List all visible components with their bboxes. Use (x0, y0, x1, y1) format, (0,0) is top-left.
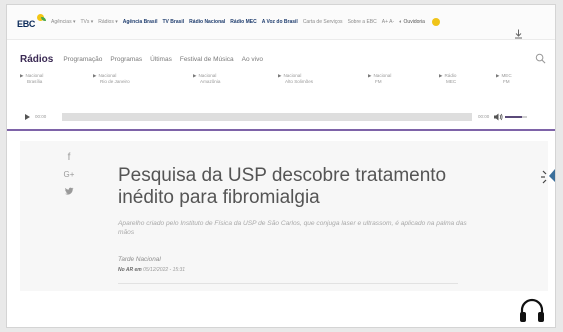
radios-nav-festival[interactable]: Festival de Música (180, 56, 234, 63)
article-headline: Pesquisa da USP descobre tratamento inéd… (118, 165, 447, 208)
top-nav-tv-brasil[interactable]: TV Brasil (162, 19, 184, 25)
station-line2: Rio de Janeiro (100, 79, 130, 84)
play-icon: ▶ (20, 73, 24, 78)
current-time: 00:00 (35, 114, 47, 119)
station-line2: Amazônia (200, 79, 221, 84)
top-nav-agencia-brasil[interactable]: Agência Brasil (123, 19, 158, 25)
article-subtitle: Aparelho criado pelo Instituto de Física… (118, 220, 467, 236)
top-nav-voz-do-brasil[interactable]: A Voz do Brasil (262, 19, 298, 25)
browser-viewport: EBC Agências ▾ TVs ▾ Rádios ▾ Agência Br… (6, 4, 556, 328)
radios-nav-ao-vivo[interactable]: Ao vivo (242, 56, 263, 63)
station-item[interactable]: ▶ Nacional Amazônia (193, 73, 220, 85)
article-date: 05/12/2022 - 15:31 (143, 267, 186, 273)
station-line1: Nacional (98, 73, 117, 78)
download-icon[interactable] (514, 29, 523, 39)
play-icon: ▶ (496, 73, 500, 78)
station-item[interactable]: ▶ Rádio MEC (439, 73, 456, 85)
volume-fill (505, 116, 522, 118)
station-line2: FM (503, 79, 510, 84)
radios-nav-programacao[interactable]: Programação (63, 56, 102, 63)
article-section: f G+ Pesquisa da USP descobre tratamento… (20, 141, 548, 291)
top-nav-sobre-ebc[interactable]: Sobre a EBC (348, 19, 377, 25)
station-list: ▶ Nacional Brasília ▶ Nacional Rio de Jane… (7, 73, 555, 91)
play-icon: ▶ (93, 73, 97, 78)
station-item[interactable]: ▶ Nacional Alto Solimões (278, 73, 313, 85)
total-time: 00:00 (478, 114, 490, 119)
station-line1: Nacional (283, 73, 302, 78)
top-nav-radio-mec[interactable]: Rádio MEC (230, 19, 256, 25)
ebc-top-bar: EBC Agências ▾ TVs ▾ Rádios ▾ Agência Br… (7, 5, 555, 40)
date-prefix: No AR em (118, 267, 142, 273)
volume-slider[interactable] (505, 116, 527, 118)
play-icon: ▶ (439, 73, 443, 78)
top-nav-agencias[interactable]: Agências ▾ (51, 19, 75, 25)
search-icon[interactable] (535, 53, 546, 64)
radios-nav-programas[interactable]: Programas (110, 56, 142, 63)
article-dateline: No AR em 05/12/2022 - 15:31 (118, 267, 185, 273)
play-icon: ▶ (193, 73, 197, 78)
sparkle-icon (541, 169, 555, 184)
divider (118, 283, 458, 284)
station-line2: MEC (446, 79, 457, 84)
station-line1: Nacional (198, 73, 217, 78)
top-nav-radio-nacional[interactable]: Rádio Nacional (189, 19, 225, 25)
volume-icon[interactable] (493, 112, 503, 122)
top-nav-ouvidoria[interactable]: ◐ Ouvidoria (399, 19, 425, 25)
ebc-logo[interactable]: EBC (17, 13, 47, 31)
ouvidoria-icon[interactable] (431, 18, 440, 26)
google-plus-icon[interactable]: G+ (62, 166, 76, 183)
radios-title[interactable]: Rádios (20, 54, 53, 65)
station-item[interactable]: ▶ Nacional Rio de Janeiro (93, 73, 130, 85)
twitter-icon[interactable] (62, 183, 76, 200)
facebook-icon[interactable]: f (62, 149, 76, 166)
station-line1: Nacional (373, 73, 392, 78)
ebc-logo-text: EBC (17, 19, 36, 29)
top-nav: Agências ▾ TVs ▾ Rádios ▾ Agência Brasil… (51, 18, 445, 26)
play-icon: ▶ (368, 73, 372, 78)
station-line1: Rádio (444, 73, 457, 78)
radios-nav-ultimas[interactable]: Últimas (150, 56, 172, 63)
station-line2: FM (375, 79, 382, 84)
station-line1: Nacional (25, 73, 44, 78)
play-button[interactable] (25, 114, 30, 120)
station-line2: Alto Solimões (285, 79, 314, 84)
progress-track[interactable] (62, 113, 472, 121)
station-item[interactable]: ▶ Nacional FM (368, 73, 391, 85)
font-size-controls[interactable]: A+ A- (382, 19, 394, 25)
top-nav-radios[interactable]: Rádios ▾ (98, 19, 117, 25)
station-item[interactable]: ▶ MEC FM (496, 73, 512, 85)
station-item[interactable]: ▶ Nacional Brasília (20, 73, 43, 85)
station-line2: Brasília (27, 79, 43, 84)
top-nav-carta-servicos[interactable]: Carta de Serviços (303, 19, 343, 25)
share-bar: f G+ (62, 149, 76, 200)
play-icon: ▶ (278, 73, 282, 78)
station-line1: MEC (501, 73, 512, 78)
top-nav-tvs[interactable]: TVs ▾ (80, 19, 93, 25)
headphones-icon[interactable] (517, 295, 547, 325)
radios-nav: Rádios Programação Programas Últimas Fes… (7, 53, 555, 65)
program-name[interactable]: Tarde Nacional (118, 256, 161, 263)
audio-player: 00:00 00:00 (7, 107, 555, 131)
